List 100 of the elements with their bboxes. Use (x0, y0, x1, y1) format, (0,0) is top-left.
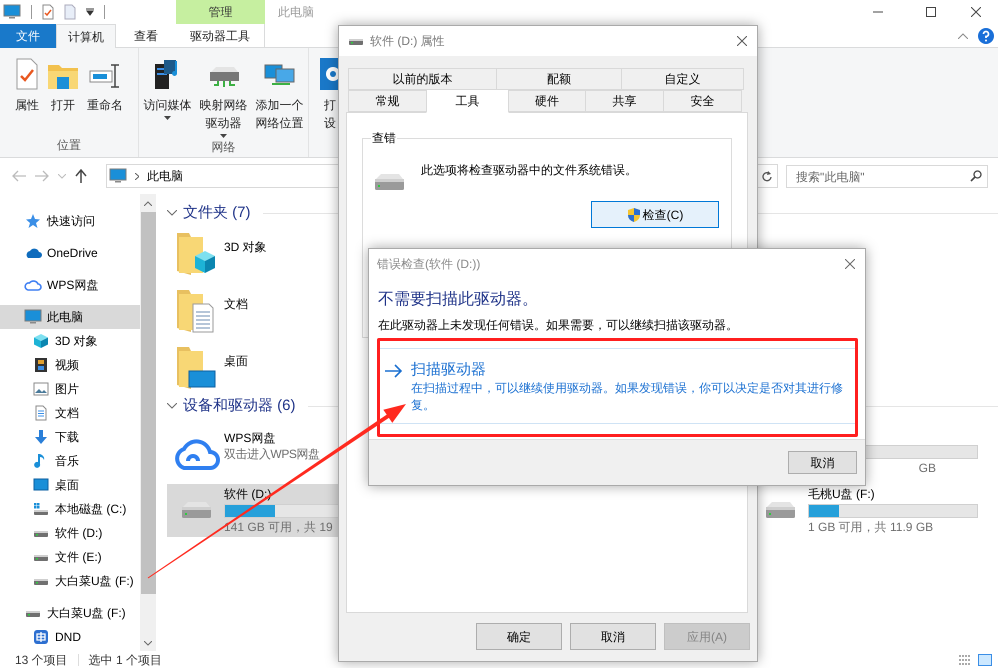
search-field[interactable]: 搜索"此电脑" (786, 165, 988, 188)
dialog-tab[interactable]: 常规 (348, 90, 427, 112)
ribbon-command[interactable]: 重命名 (84, 56, 126, 136)
drive-icon (33, 552, 49, 562)
section-heading[interactable]: 设备和驱动器 (6) (183, 394, 296, 418)
drive-icon (33, 502, 49, 516)
nav-item[interactable]: DND (0, 625, 140, 649)
dialog-tab[interactable]: 硬件 (508, 90, 586, 112)
cancel-button[interactable]: 取消 (788, 451, 857, 474)
nav-item[interactable]: WPS网盘 (0, 273, 140, 297)
nav-item[interactable]: 此电脑 (0, 305, 140, 329)
context-tab-header: 管理 (176, 0, 265, 24)
selection-count: 选中 1 个项目 (88, 652, 162, 668)
nav-item[interactable]: 快速访问 (0, 209, 140, 233)
maximize-icon (926, 7, 936, 17)
refresh-icon (762, 170, 772, 182)
dialog-tab[interactable]: 共享 (585, 90, 664, 112)
nav-item[interactable]: OneDrive (0, 241, 140, 265)
picture-icon (33, 382, 49, 396)
ribbon-tab[interactable]: 驱动器工具 (176, 24, 265, 48)
folder-icon (174, 230, 216, 276)
group-description: 此选项将检查驱动器中的文件系统错误。 (421, 162, 637, 179)
rename-icon (89, 62, 121, 90)
close-icon (845, 259, 855, 269)
dialog-button[interactable]: 取消 (570, 623, 656, 650)
scroll-bar[interactable] (140, 194, 156, 651)
nav-item[interactable]: 本地磁盘 (C:) (0, 497, 140, 521)
nav-item[interactable]: 图片 (0, 377, 140, 401)
section-heading[interactable]: 文件夹 (7) (183, 202, 250, 224)
nav-item[interactable]: 音乐 (0, 449, 140, 473)
ribbon-command[interactable]: 映射网络 驱动器 (196, 56, 250, 138)
drive-icon (25, 608, 41, 618)
gear-icon (320, 58, 339, 90)
grid-icon (33, 629, 49, 645)
dialog-tab[interactable]: 配额 (496, 68, 622, 90)
dialog-title: 错误检查(软件 (D:)) (377, 256, 480, 273)
drive-icon (33, 576, 49, 586)
dialog-heading: 不需要扫描此驱动器。 (378, 290, 539, 310)
nav-item[interactable]: 软件 (D:) (0, 521, 140, 545)
scroll-up-icon (144, 201, 152, 206)
back-icon (12, 170, 26, 182)
scroll-thumb[interactable] (140, 212, 156, 594)
item-count: 13 个项目 (14, 652, 68, 668)
drive-icon (33, 528, 49, 538)
ribbon-command[interactable]: 打开 (44, 56, 82, 136)
nav-item[interactable]: 下载 (0, 425, 140, 449)
collapse-icon (958, 32, 968, 38)
drive-icon (348, 36, 364, 46)
monitor-icon (109, 168, 127, 184)
dialog-tab[interactable]: 自定义 (621, 68, 744, 90)
details-view-icon (958, 654, 972, 666)
dialog-message: 在此驱动器上未发现任何错误。如果需要，可以继续扫描该驱动器。 (378, 318, 739, 332)
film-icon (34, 357, 48, 373)
ribbon-command[interactable]: 添加一个 网络位置 (252, 56, 306, 138)
dropdown-icon (86, 8, 94, 16)
document-icon (64, 4, 76, 20)
chevron-icon (135, 172, 139, 180)
drive-icon (373, 173, 405, 193)
nav-item[interactable]: 大白菜U盘 (F:) (0, 569, 140, 593)
dialog-tab[interactable]: 工具 (426, 89, 509, 113)
help-icon (978, 28, 994, 44)
up-arrow-icon (75, 169, 87, 183)
dialog-tab[interactable]: 以前的版本 (348, 68, 497, 90)
scroll-down-icon (144, 641, 152, 646)
screen-icon (33, 478, 49, 492)
folder-icon (174, 288, 216, 334)
star-icon (25, 213, 41, 229)
check-button[interactable]: 检查(C) (591, 201, 719, 228)
cloud-icon (24, 278, 42, 292)
monitor-icon (24, 309, 42, 325)
document-icon (34, 405, 48, 421)
checkmark-document-icon (15, 58, 39, 90)
cloud-icon (24, 247, 42, 259)
tiles-view-icon (978, 654, 992, 666)
checkmark-document-icon (42, 4, 54, 20)
nav-item[interactable]: 大白菜U盘 (F:) (0, 601, 140, 625)
window-title: 此电脑 (278, 4, 314, 21)
folder-icon (174, 344, 216, 390)
ribbon-command[interactable]: 属性 (12, 56, 42, 136)
monitor-icon (3, 4, 21, 20)
dialog-button[interactable]: 确定 (476, 623, 562, 650)
group-label: 位置 (57, 137, 81, 154)
nav-item[interactable]: 3D 对象 (0, 329, 140, 353)
cube-icon (33, 333, 49, 349)
ribbon-tab[interactable]: 计算机 (56, 24, 116, 48)
drive-tile[interactable]: 毛桃U盘 (F:) 1 GB 可用，共 11.9 GB (751, 484, 998, 537)
close-icon (737, 36, 747, 46)
group-label: 网络 (212, 139, 236, 156)
ribbon-command[interactable]: 访问媒体 (140, 56, 194, 138)
nav-item[interactable]: 文件 (E:) (0, 545, 140, 569)
group-title: 查错 (371, 130, 397, 146)
shield-icon (626, 206, 641, 222)
ribbon-tab[interactable]: 文件 (0, 24, 56, 48)
dialog-tab[interactable]: 安全 (663, 90, 742, 112)
down-arrow-icon (33, 429, 49, 445)
nav-item[interactable]: 桌面 (0, 473, 140, 497)
nav-item[interactable]: 视频 (0, 353, 140, 377)
search-icon (970, 170, 982, 182)
nav-item[interactable]: 文档 (0, 401, 140, 425)
close-icon (970, 7, 980, 17)
